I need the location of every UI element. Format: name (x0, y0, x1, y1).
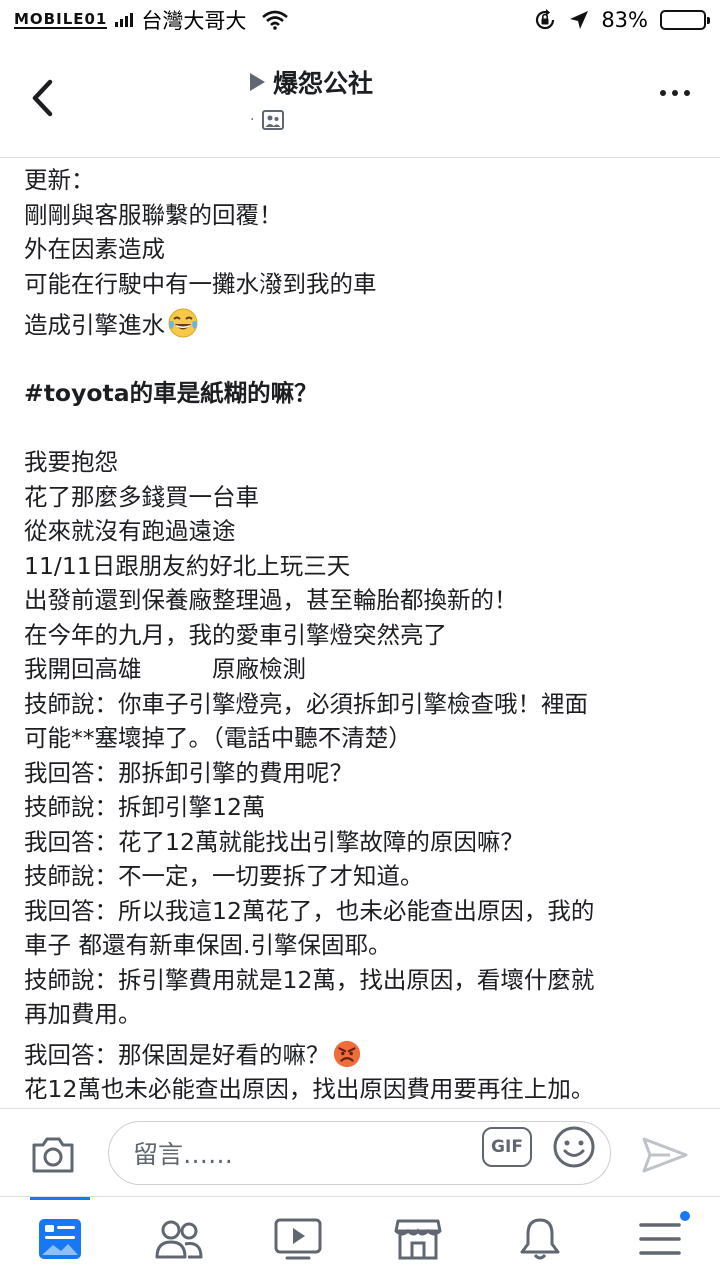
post-line: 車子 都還有新車保固.引擎保固耶。 (24, 931, 392, 959)
bell-icon (520, 1218, 560, 1260)
battery-percent: 83% (601, 8, 648, 32)
post-line: 花了那麼多錢買一台車 (24, 482, 259, 511)
post-line: 花12萬也未必能查出原因，找出原因費用要再往上加。 (24, 1075, 595, 1103)
angry-face-emoji-icon (333, 1040, 360, 1067)
post-line: 技師說：拆引擎費用就是12萬，找出原因，看壞什麼就 (24, 965, 595, 994)
comment-bar: 留言…… GIF (0, 1108, 720, 1196)
status-bar: MOBILE01 台灣大哥大 83% (0, 0, 720, 40)
watch-video-icon (274, 1218, 322, 1260)
post-line: 技師說：你車子引擎燈亮，必須拆卸引擎檢查哦！裡面 (24, 689, 588, 718)
group-header: 爆怨公社 · (0, 40, 720, 158)
notification-dot (678, 1209, 692, 1223)
post-line: 11/11日跟朋友約好北上玩三天 (24, 551, 351, 580)
orientation-lock-icon (536, 9, 555, 30)
post-line: 可能在行駛中有一攤水潑到我的車 (24, 269, 377, 298)
group-photo-icon (262, 110, 285, 130)
post-line: 我開回高雄 原廠檢測 (24, 655, 306, 683)
post-line: 出發前還到保養廠整理過，甚至輪胎都換新的！ (24, 586, 518, 614)
send-icon[interactable] (640, 1135, 690, 1175)
tears-of-joy-emoji-icon (168, 308, 198, 338)
post-line: 剛剛與客服聯繫的回覆！ (24, 200, 283, 229)
post-line: 更新： (24, 166, 95, 194)
post-hashtag-line: #toyota的車是紙糊的嘛？ (24, 379, 318, 407)
post-line: 在今年的九月，我的愛車引擎燈突然亮了 (24, 620, 447, 649)
more-options-icon[interactable] (660, 90, 690, 96)
post-line: 技師說：不一定，一切要拆了才知道。 (24, 862, 424, 890)
bottom-nav (0, 1196, 720, 1280)
post-line: 從來就沒有跑過遠途 (24, 517, 236, 545)
post-line-with-emoji: 我回答：那保固是好看的嘛？ (24, 1038, 694, 1073)
marketplace-shop-icon (394, 1219, 442, 1260)
friends-icon (155, 1220, 203, 1259)
post-line: 造成引擎進水 (24, 311, 165, 339)
watermark-logo: MOBILE01 (14, 10, 108, 29)
wifi-icon (262, 10, 289, 30)
active-tab-indicator (30, 1197, 90, 1200)
carrier-name: 台灣大哥大 (141, 9, 247, 33)
post-body: 更新： 剛剛與客服聯繫的回覆！ 外在因素造成 可能在行駛中有一攤水潑到我的車 造… (24, 163, 694, 1107)
post-line: 再加費用。 (24, 1000, 142, 1028)
triangle-icon (250, 73, 265, 91)
gif-button[interactable]: GIF (482, 1127, 532, 1167)
post-line: 我回答：那保固是好看的嘛？ (24, 1040, 330, 1069)
comment-input[interactable]: 留言…… (108, 1121, 611, 1185)
back-chevron-icon[interactable] (26, 78, 60, 118)
comment-placeholder: 留言…… (133, 1140, 234, 1169)
post-line: 技師說：拆卸引擎12萬 (24, 793, 266, 821)
nav-menu[interactable] (634, 1209, 692, 1263)
location-arrow-icon (570, 11, 589, 29)
separator-dot: · (250, 112, 255, 128)
nav-marketplace[interactable] (392, 1215, 444, 1263)
nav-news-feed[interactable] (34, 1215, 86, 1263)
nav-friends[interactable] (153, 1215, 205, 1263)
hamburger-menu-icon (639, 1223, 681, 1255)
post-line: 我回答：所以我這12萬花了，也未必能查出原因，我的 (24, 896, 595, 925)
group-name: 爆怨公社 (273, 69, 374, 98)
post-line (24, 411, 694, 446)
group-title-block[interactable]: 爆怨公社 · (250, 64, 373, 130)
post-line: 我回答：花了12萬就能找出引擎故障的原因嘛？ (24, 827, 524, 856)
post-line: 可能**塞壞掉了。（電話中聽不清楚） (24, 724, 412, 752)
post-line-with-emoji: 造成引擎進水 (24, 307, 694, 342)
post-line: 我要抱怨 (24, 448, 118, 476)
battery-icon (660, 10, 710, 30)
nav-notifications[interactable] (514, 1215, 566, 1263)
post-line: 外在因素造成 (24, 235, 165, 263)
nav-watch[interactable] (272, 1215, 324, 1263)
news-feed-icon (39, 1219, 81, 1259)
signal-icon (115, 13, 134, 27)
emoji-picker-icon[interactable] (552, 1125, 596, 1169)
post-line (24, 342, 694, 377)
camera-icon[interactable] (30, 1135, 76, 1175)
post-line: 我回答：那拆卸引擎的費用呢？ (24, 758, 353, 787)
